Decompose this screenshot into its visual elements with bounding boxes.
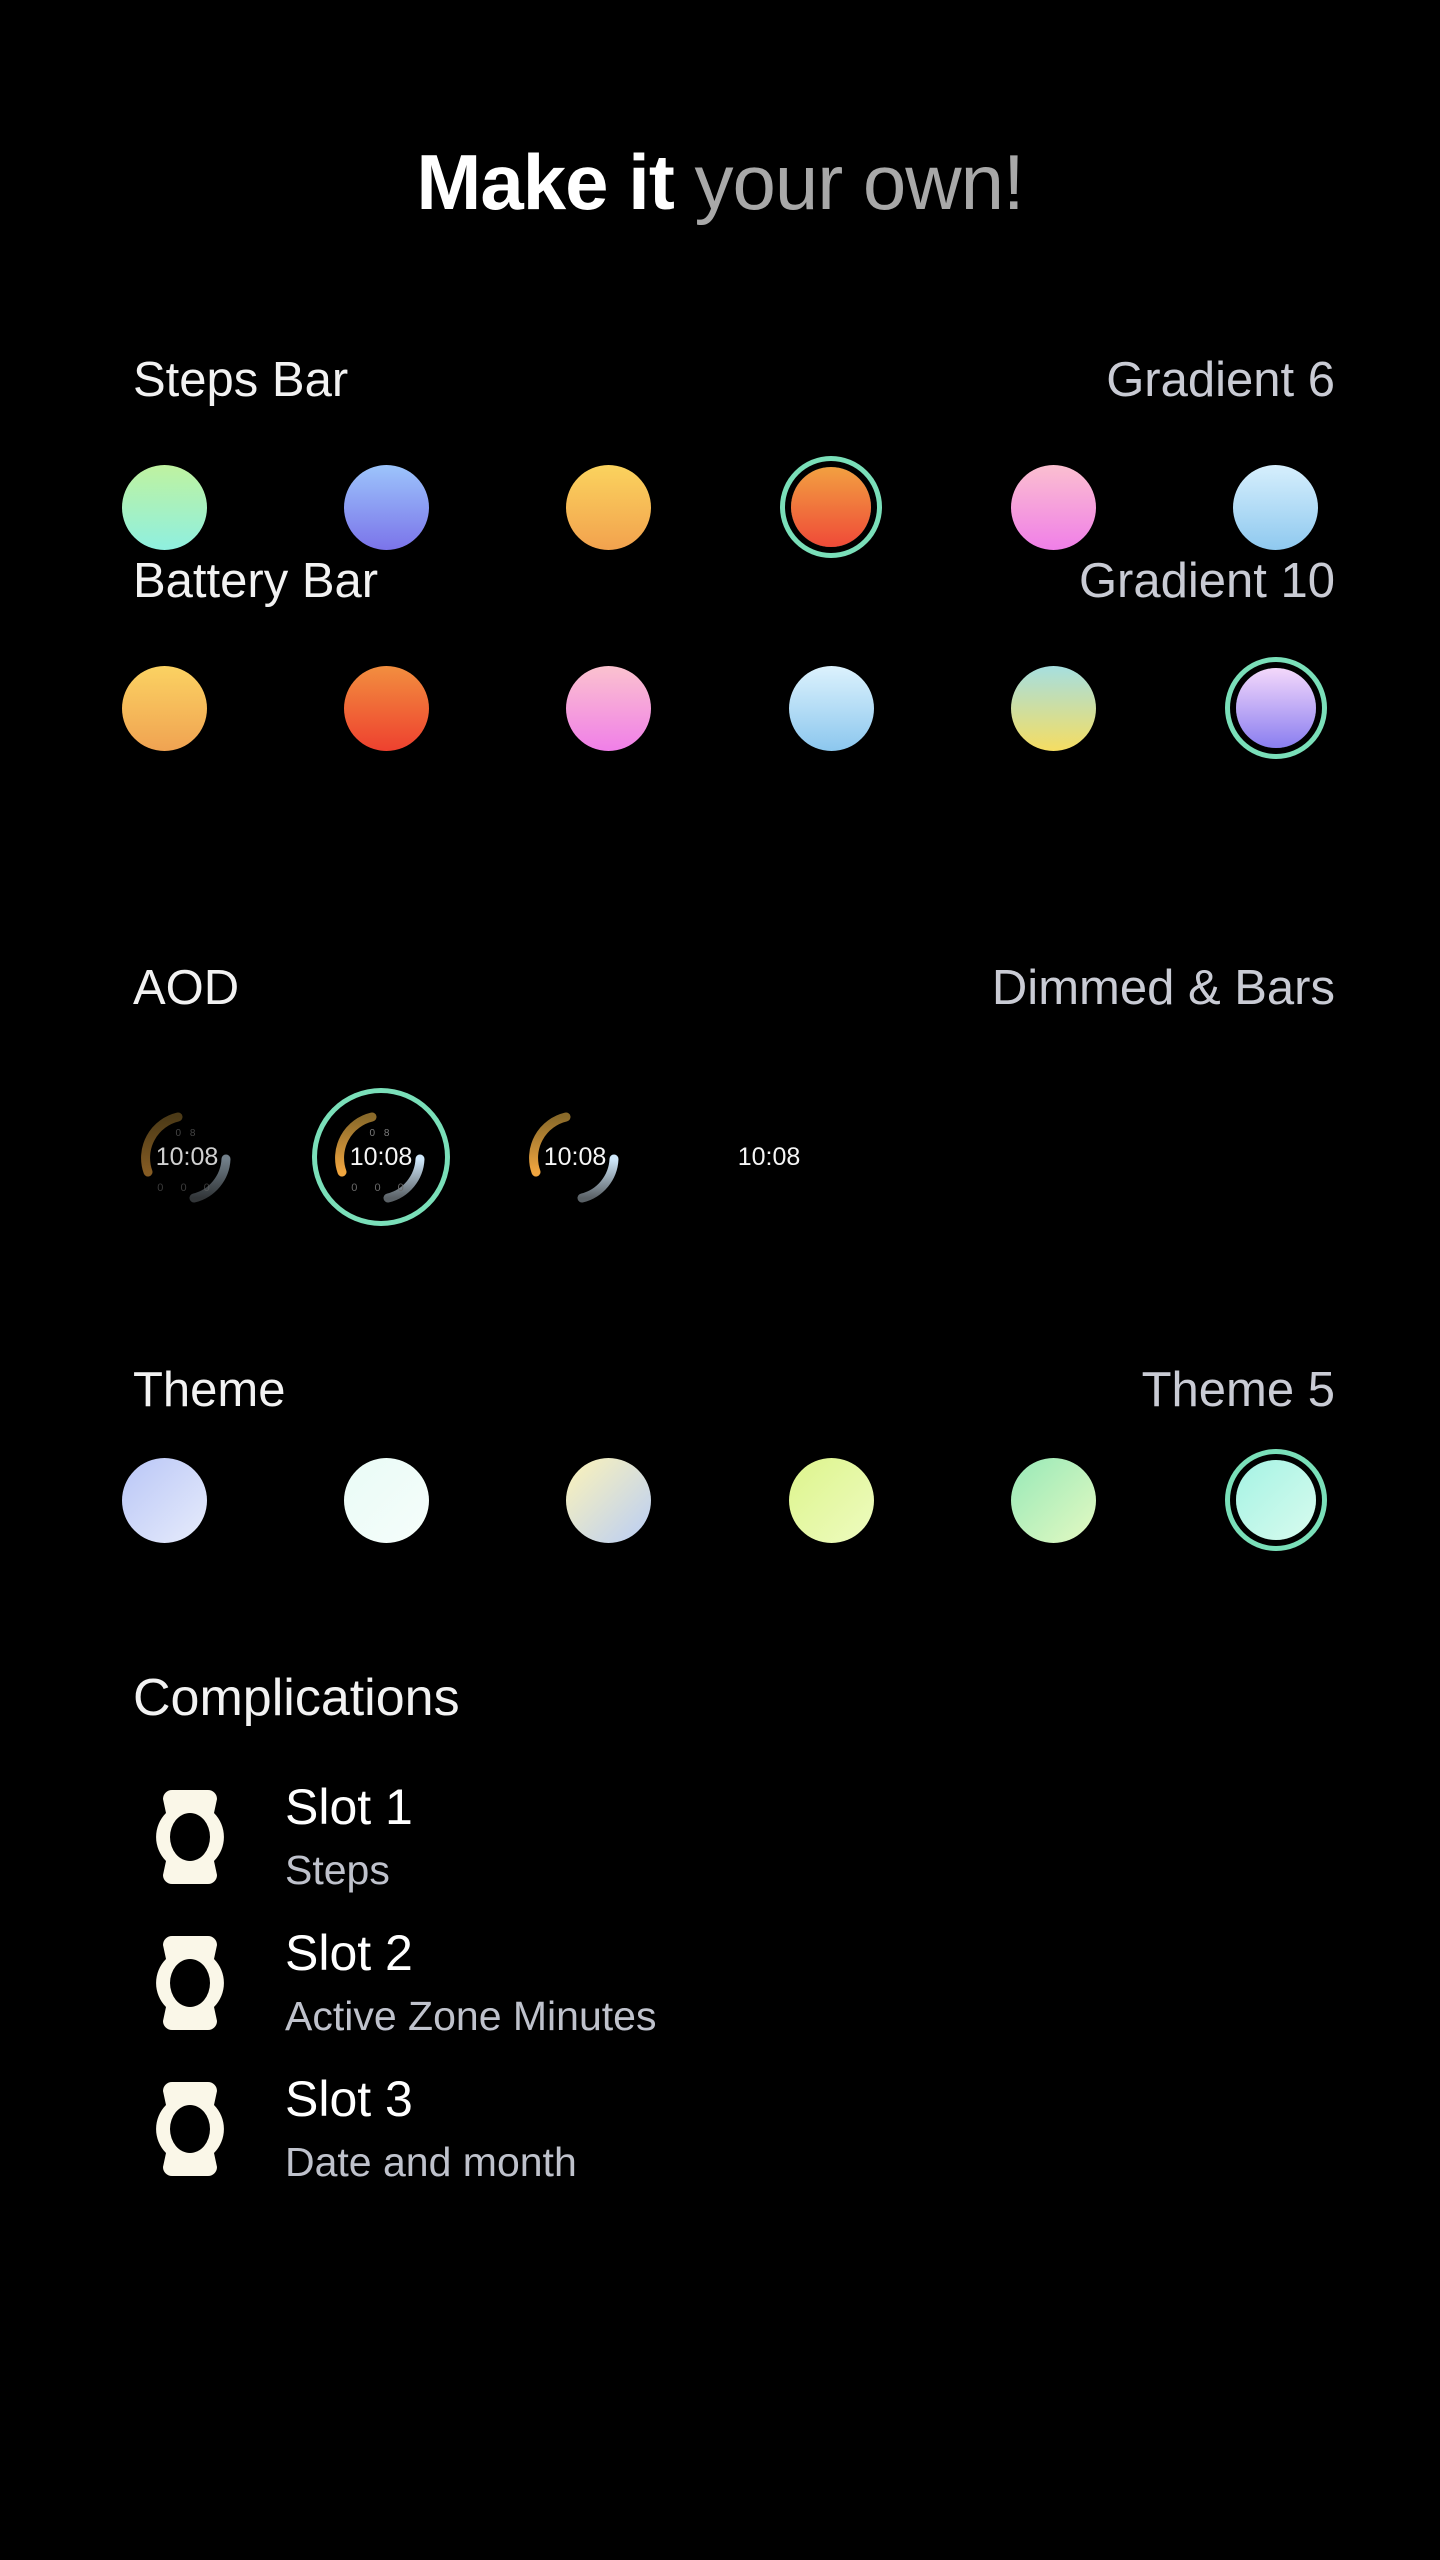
complication-slot-3[interactable]: Slot 3 Date and month [0,2070,1440,2220]
gradient-5-dot [1011,464,1097,550]
complication-slot-label: Slot 2 [285,1925,413,1981]
aod-row: 0 8 10:08 0 0 0 0 8 10:08 0 0 0 10:08 10:08 [0,1082,1440,1232]
swatch-theme-2[interactable] [336,1450,436,1550]
swatch-theme-6[interactable] [1226,1450,1326,1550]
page-title: Make it your own! [0,138,1440,226]
section-value-battery-bar: Gradient 10 [1078,554,1335,608]
section-label-theme: Theme [133,1363,286,1417]
gradient-2-dot [343,665,429,751]
theme-6-dot [1235,1460,1316,1540]
swatch-battery-bar-4[interactable] [781,658,881,758]
section-value-aod: Dimmed & Bars [991,961,1335,1015]
theme-3-dot [566,1457,652,1543]
page-title-soft: your own! [694,138,1024,226]
section-label-aod: AOD [133,961,240,1015]
complication-slot-2[interactable]: Slot 2 Active Zone Minutes [0,1924,1440,2074]
section-header-steps-bar: Steps Bar Gradient 6 [0,352,1440,422]
gradient-6-dot [1233,464,1319,550]
theme-5-dot [1011,1457,1097,1543]
theme-4-dot [788,1457,874,1543]
theme-2-dot [343,1457,429,1543]
theme-1-dot [121,1457,207,1543]
complications-heading: Complications [133,1669,460,1727]
section-header-theme: Theme Theme 5 [0,1362,1440,1432]
swatch-theme-1[interactable] [114,1450,214,1550]
gradient-3-dot [566,464,652,550]
complication-slot-label: Slot 1 [285,1779,413,1835]
swatch-battery-bar-5[interactable] [1004,658,1104,758]
aod-dimmed-bars-dots: 0 8 10:08 0 0 0 [128,1098,246,1216]
swatch-row-battery-bar [0,658,1440,758]
aod-preview-4[interactable]: 10:08 [694,1082,844,1232]
section-value-theme: Theme 5 [1141,1363,1335,1417]
watch-icon [148,2078,232,2180]
swatch-steps-bar-4[interactable] [781,457,881,557]
section-label-steps-bar: Steps Bar [133,353,349,407]
swatch-steps-bar-5[interactable] [1004,457,1104,557]
swatch-theme-3[interactable] [559,1450,659,1550]
swatch-steps-bar-1[interactable] [114,457,214,557]
section-value-steps-bar: Gradient 6 [1106,353,1335,407]
aod-time: 10:08 [349,1142,413,1171]
swatch-steps-bar-6[interactable] [1226,457,1326,557]
complication-text: Slot 1 Steps [285,1778,413,1896]
swatch-battery-bar-1[interactable] [114,658,214,758]
aod-mini-metrics: 0 8 [369,1128,393,1139]
watch-icon [148,1786,232,1888]
aod-time: 10:08 [737,1142,801,1171]
aod-time-only: 10:08 [710,1098,828,1216]
swatch-theme-4[interactable] [781,1450,881,1550]
gradient-1-dot [121,464,207,550]
gradient-5-dot [1011,665,1097,751]
swatch-battery-bar-3[interactable] [559,658,659,758]
aod-time: 10:08 [155,1142,219,1171]
watchface-customization-screen: Make it your own! Steps Bar Gradient 6 Bat… [0,0,1440,2560]
gradient-1-dot [121,665,207,751]
aod-preview-2[interactable]: 0 8 10:08 0 0 0 [306,1082,456,1232]
section-header-battery-bar: Battery Bar Gradient 10 [0,553,1440,623]
swatch-steps-bar-3[interactable] [559,457,659,557]
gradient-4-dot [788,665,874,751]
swatch-row-steps-bar [0,457,1440,557]
complication-slot-1[interactable]: Slot 1 Steps [0,1778,1440,1928]
aod-complication-dots: 0 0 0 [351,1182,411,1194]
complication-slot-value: Steps [285,1847,390,1893]
gradient-3-dot [566,665,652,751]
section-header-aod: AOD Dimmed & Bars [0,960,1440,1030]
gradient-2-dot [343,464,429,550]
swatch-battery-bar-6[interactable] [1226,658,1326,758]
complication-text: Slot 3 Date and month [285,2070,577,2188]
complication-text: Slot 2 Active Zone Minutes [285,1924,656,2042]
section-label-battery-bar: Battery Bar [133,554,379,608]
aod-mini-metrics: 0 8 [175,1128,199,1139]
swatch-theme-5[interactable] [1004,1450,1104,1550]
watch-icon [148,1932,232,2034]
aod-dimmed-bars-selected: 0 8 10:08 0 0 0 [322,1098,440,1216]
swatch-row-theme [0,1450,1440,1550]
swatch-steps-bar-2[interactable] [336,457,436,557]
gradient-6-dot [1235,668,1316,748]
gradient-4-dot [791,467,872,547]
aod-time: 10:08 [543,1142,607,1171]
complication-slot-value: Active Zone Minutes [285,1993,657,2039]
aod-preview-1[interactable]: 0 8 10:08 0 0 0 [112,1082,262,1232]
page-title-strong: Make it [416,138,695,226]
aod-preview-3[interactable]: 10:08 [500,1082,650,1232]
swatch-battery-bar-2[interactable] [336,658,436,758]
aod-complication-dots: 0 0 0 [157,1182,217,1194]
complication-slot-value: Date and month [285,2139,577,2185]
aod-bars-only: 10:08 [516,1098,634,1216]
complication-slot-label: Slot 3 [285,2071,413,2127]
